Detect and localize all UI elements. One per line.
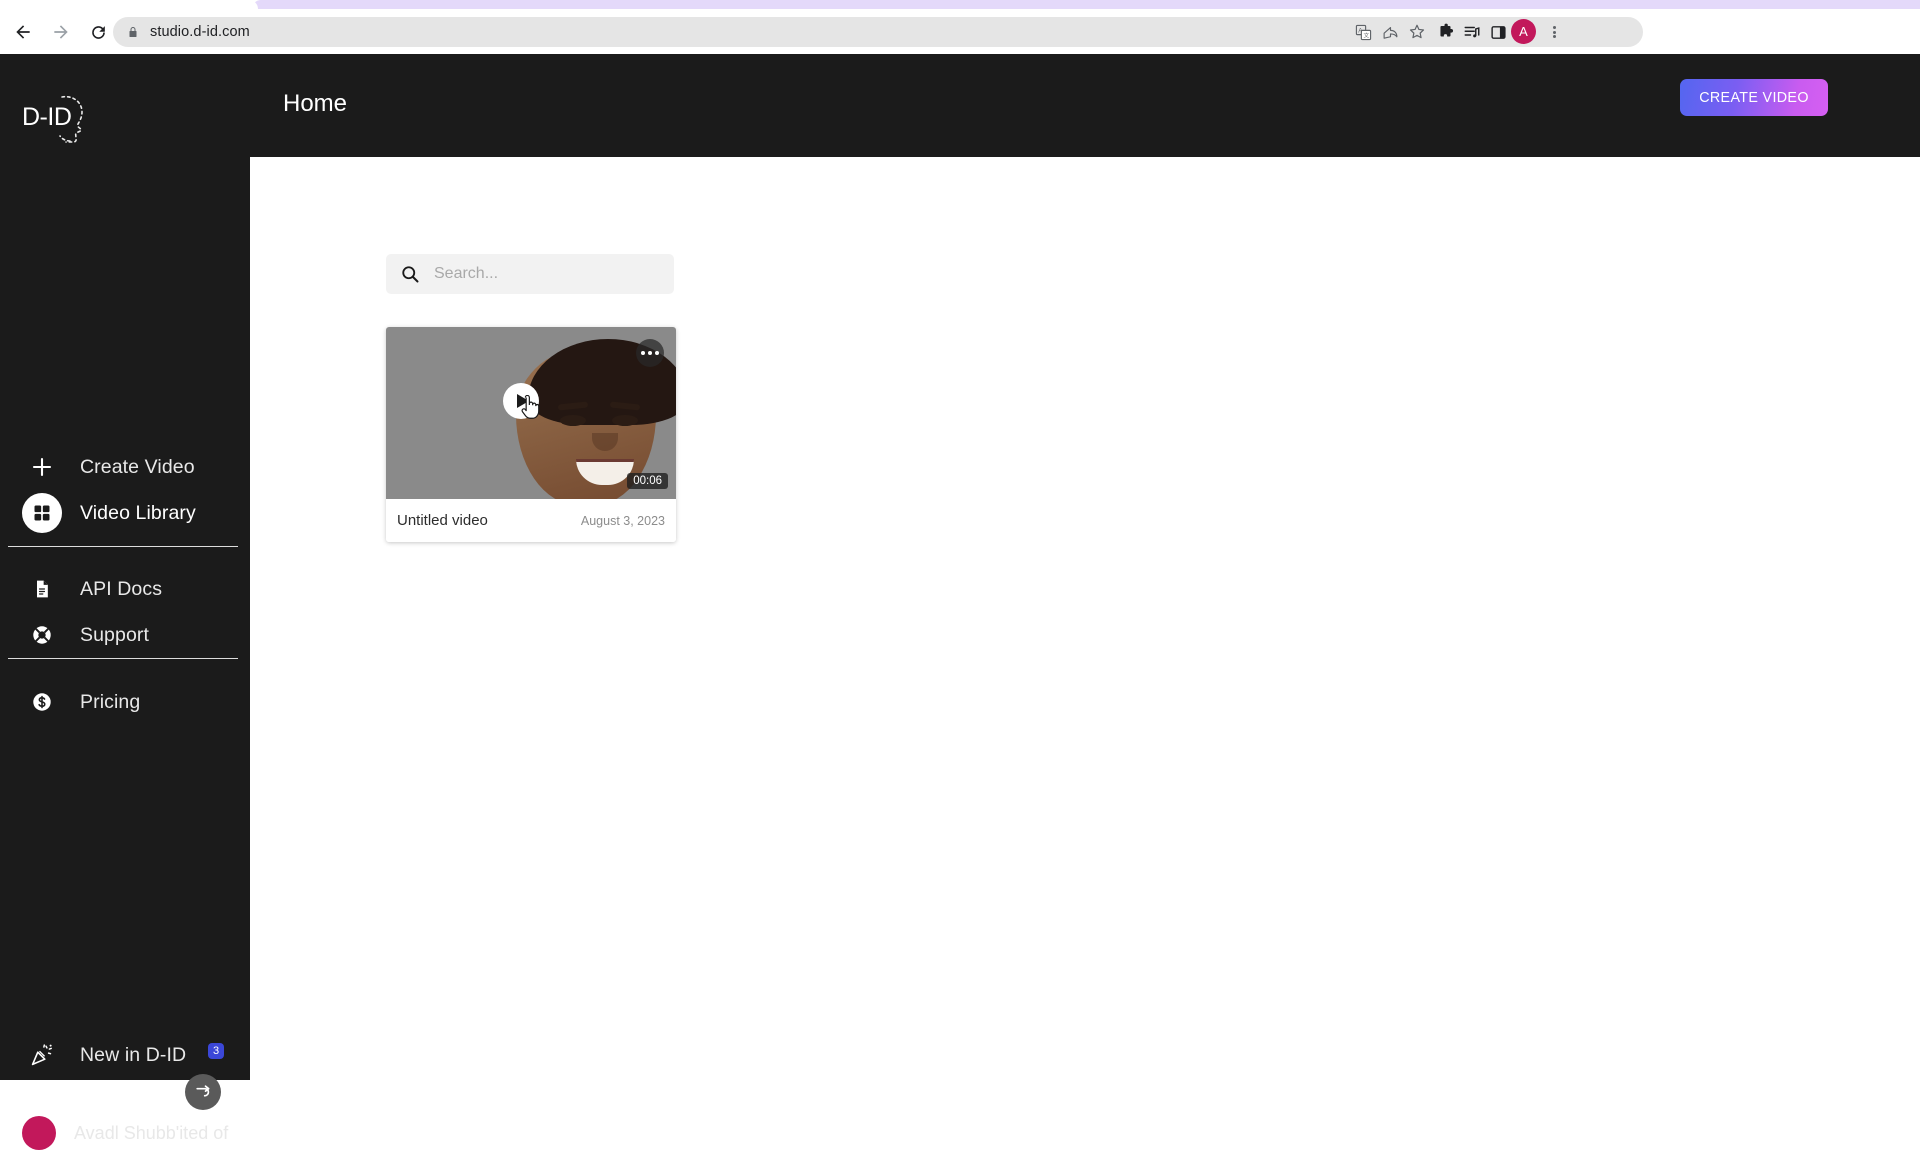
party-popper-icon (22, 1035, 62, 1075)
share-icon[interactable] (1375, 17, 1405, 47)
active-tab[interactable] (0, 0, 258, 9)
video-title: Untitled video (397, 512, 488, 529)
portrait-eye-right (612, 415, 638, 426)
browser-chrome: studio.d-id.com A 文 A (0, 0, 1920, 54)
sidebar-label-pricing: Pricing (80, 690, 141, 713)
kebab-menu-icon (641, 351, 659, 355)
new-in-did-badge: 3 (208, 1043, 224, 1059)
tab-strip-background (252, 0, 1920, 9)
search-input[interactable] (434, 265, 644, 283)
user-avatar (22, 1116, 56, 1150)
sidebar-collapse-button[interactable] (185, 1074, 221, 1110)
sidebar-item-support[interactable]: Support (0, 612, 250, 658)
translate-icon[interactable]: A 文 (1348, 17, 1378, 47)
reload-icon (91, 25, 105, 39)
plus-icon (22, 447, 62, 487)
header-bar: Home CREATE VIDEO (250, 54, 1920, 157)
sidebar: D-ID Create Video Video Library API Docs… (0, 54, 250, 1150)
back-button[interactable] (6, 15, 40, 49)
did-logo[interactable]: D-ID (22, 89, 102, 151)
main-content: 00:06 Untitled video August 3, 2023 (250, 157, 1920, 1080)
three-dot-menu-icon (1552, 25, 1556, 39)
sidebar-item-create-video[interactable]: Create Video (0, 444, 250, 490)
lock-icon (126, 25, 140, 39)
search-icon (400, 264, 420, 284)
url-text: studio.d-id.com (150, 24, 250, 40)
browser-toolbar: studio.d-id.com A 文 A (0, 9, 1920, 54)
video-card-footer: Untitled video August 3, 2023 (386, 499, 676, 542)
back-arrow-icon (16, 25, 30, 39)
forward-button[interactable] (44, 15, 78, 49)
portrait-smile (576, 459, 634, 485)
video-date: August 3, 2023 (580, 513, 665, 528)
application-root: D-ID Create Video Video Library API Docs… (0, 54, 1920, 1150)
profile-avatar[interactable]: A (1511, 19, 1536, 44)
chrome-menu-button[interactable] (1538, 16, 1570, 48)
sidebar-item-pricing[interactable]: Pricing (0, 679, 250, 725)
document-icon (22, 569, 62, 609)
create-video-button[interactable]: CREATE VIDEO (1680, 79, 1828, 116)
sidebar-label-create-video: Create Video (80, 455, 195, 478)
sidebar-divider-1 (8, 546, 238, 547)
collapse-arrow-icon (196, 1085, 210, 1097)
mouse-cursor-pointer (521, 395, 540, 419)
logo-face-outline-icon (59, 95, 83, 143)
portrait-eye-left (560, 415, 586, 426)
bookmark-star-icon[interactable] (1402, 17, 1432, 47)
sidebar-divider-2 (8, 658, 238, 659)
sidebar-label-support: Support (80, 623, 149, 646)
sidebar-item-video-library[interactable]: Video Library (0, 490, 250, 536)
side-panel-icon[interactable] (1482, 16, 1514, 48)
video-thumbnail[interactable]: 00:06 (386, 327, 676, 499)
user-name: Avadl Shubb'ited of (74, 1122, 229, 1143)
dollar-circle-icon (22, 682, 62, 722)
lifebuoy-icon (22, 615, 62, 655)
sidebar-item-api-docs[interactable]: API Docs (0, 566, 250, 612)
sidebar-user-row[interactable]: Avadl Shubb'ited of (0, 1110, 250, 1156)
search-bar[interactable] (386, 254, 674, 294)
forward-arrow-icon (54, 25, 68, 39)
video-duration-badge: 00:06 (627, 473, 668, 489)
video-card[interactable]: 00:06 Untitled video August 3, 2023 (386, 327, 676, 542)
video-options-button[interactable] (636, 339, 664, 367)
page-title: Home (283, 90, 348, 117)
tab-strip (0, 0, 1920, 9)
grid-squares-icon (22, 493, 62, 533)
sidebar-label-video-library: Video Library (80, 501, 196, 524)
sidebar-label-api-docs: API Docs (80, 577, 163, 600)
portrait-nose (592, 433, 618, 451)
reload-button[interactable] (81, 15, 115, 49)
sidebar-label-new-in-did: New in D-ID (80, 1043, 187, 1066)
